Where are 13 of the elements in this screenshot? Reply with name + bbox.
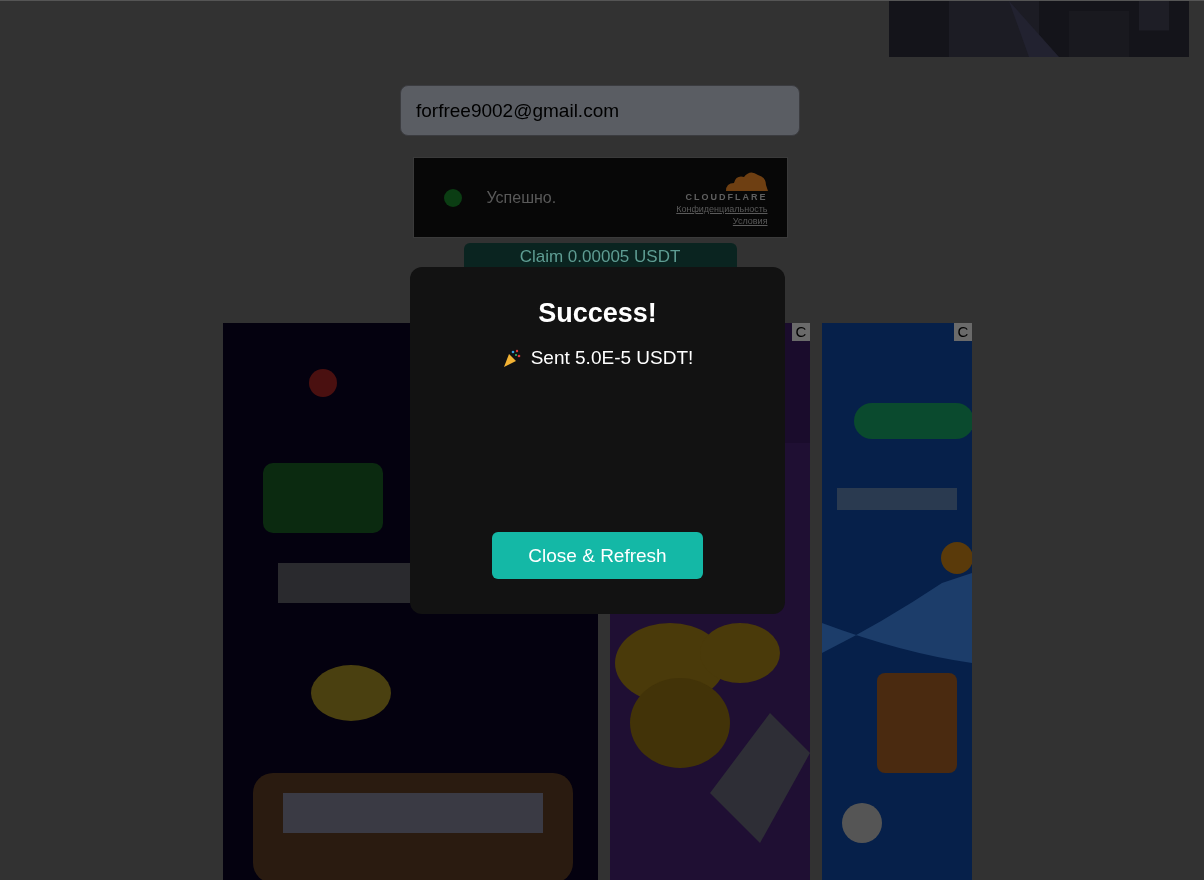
ad-close-button[interactable]: C [792,323,810,341]
close-refresh-button[interactable]: Close & Refresh [492,532,703,579]
success-dot-icon [443,188,462,207]
party-popper-icon [501,348,522,368]
captcha-status: Успешно. [486,188,558,207]
ad-close-button[interactable]: C [954,323,972,341]
email-field[interactable]: forfree9002@gmail.com [400,85,800,136]
brand-label: CLOUDFLARE [685,192,768,202]
captcha-link[interactable]: Конфиденциальность [676,204,768,214]
captcha-link[interactable]: Условия [732,216,768,226]
cloud-icon [723,169,768,191]
dialog-title: Success! [538,298,657,329]
dialog-message: Sent 5.0E-5 USDT! [530,347,694,369]
